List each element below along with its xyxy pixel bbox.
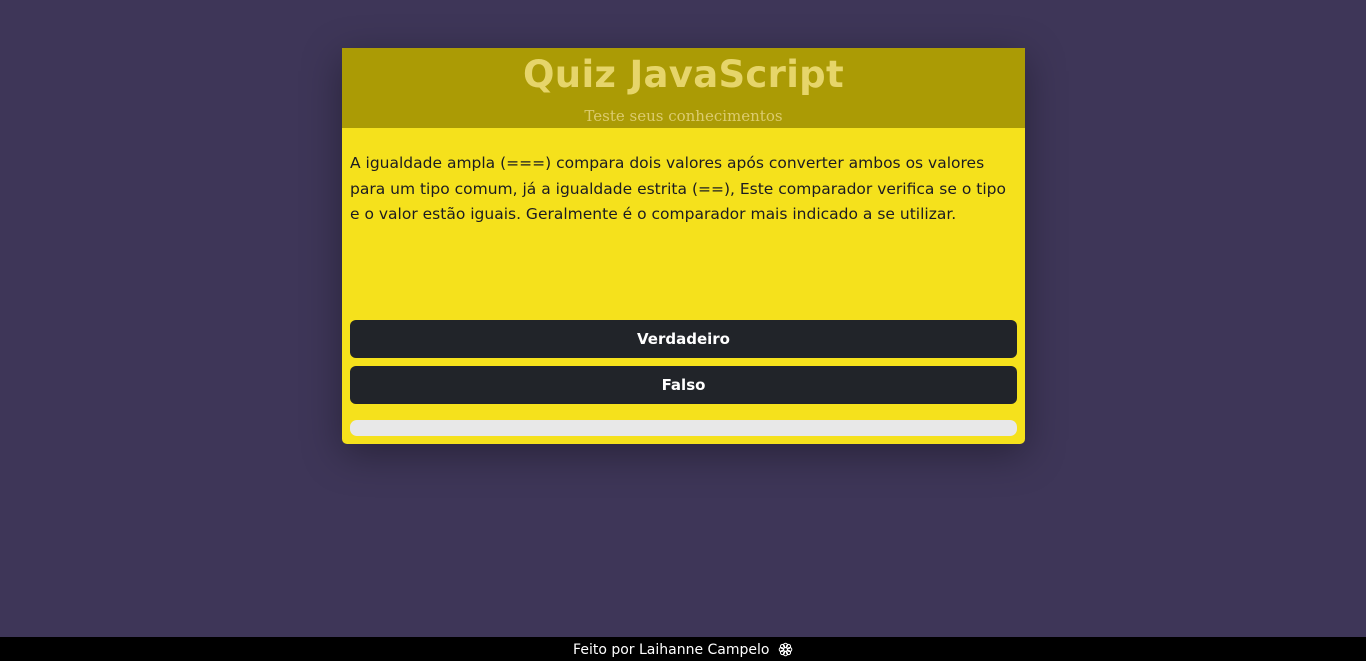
footer-credit: Feito por Laihanne Campelo <box>573 642 770 658</box>
quiz-header: Quiz JavaScript Teste seus conhecimentos <box>342 48 1025 128</box>
answer-false-button[interactable]: Falso <box>350 366 1017 404</box>
quiz-title: Quiz JavaScript <box>523 53 844 96</box>
answer-true-button[interactable]: Verdadeiro <box>350 320 1017 358</box>
progress-bar <box>350 420 1017 436</box>
flower-icon <box>778 640 793 661</box>
quiz-subtitle: Teste seus conhecimentos <box>584 107 783 125</box>
quiz-card: Quiz JavaScript Teste seus conhecimentos… <box>342 48 1025 444</box>
footer: Feito por Laihanne Campelo <box>0 637 1366 661</box>
question-text: A igualdade ampla (===) compara dois val… <box>350 154 1006 223</box>
